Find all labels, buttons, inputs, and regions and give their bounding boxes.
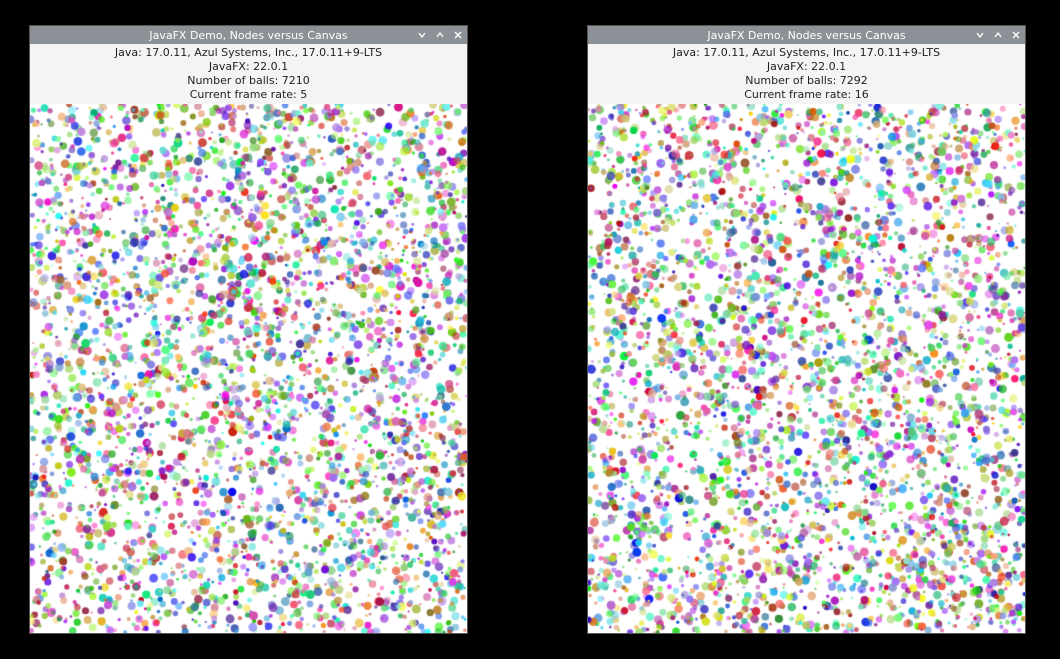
fps-value: 16 xyxy=(855,88,869,101)
minimize-icon[interactable] xyxy=(973,28,987,42)
minimize-icon[interactable] xyxy=(415,28,429,42)
maximize-icon[interactable] xyxy=(433,28,447,42)
window-right: JavaFX Demo, Nodes versus Canvas Java: 1… xyxy=(588,26,1025,633)
render-area-right xyxy=(588,104,1025,633)
balls-line: Number of balls: 7210 xyxy=(187,74,310,87)
fps-label: Current frame rate: xyxy=(190,88,297,101)
close-icon[interactable] xyxy=(451,28,465,42)
window-title: JavaFX Demo, Nodes versus Canvas xyxy=(30,29,467,42)
javafx-version-line: JavaFX: 22.0.1 xyxy=(209,60,288,73)
balls-canvas-right xyxy=(588,104,1025,633)
balls-value: 7292 xyxy=(840,74,868,87)
balls-label: Number of balls: xyxy=(745,74,836,87)
info-panel-right: Java: 17.0.11, Azul Systems, Inc., 17.0.… xyxy=(588,44,1025,104)
maximize-icon[interactable] xyxy=(991,28,1005,42)
render-area-left xyxy=(30,104,467,633)
java-version-line: Java: 17.0.11, Azul Systems, Inc., 17.0.… xyxy=(115,46,382,59)
fps-line: Current frame rate: 5 xyxy=(190,88,307,101)
fps-line: Current frame rate: 16 xyxy=(744,88,868,101)
titlebar-left[interactable]: JavaFX Demo, Nodes versus Canvas xyxy=(30,26,467,44)
window-title: JavaFX Demo, Nodes versus Canvas xyxy=(588,29,1025,42)
balls-canvas-left xyxy=(30,104,467,633)
fps-label: Current frame rate: xyxy=(744,88,851,101)
close-icon[interactable] xyxy=(1009,28,1023,42)
info-panel-left: Java: 17.0.11, Azul Systems, Inc., 17.0.… xyxy=(30,44,467,104)
window-controls xyxy=(415,26,465,44)
javafx-version-line: JavaFX: 22.0.1 xyxy=(767,60,846,73)
window-controls xyxy=(973,26,1023,44)
titlebar-right[interactable]: JavaFX Demo, Nodes versus Canvas xyxy=(588,26,1025,44)
balls-value: 7210 xyxy=(282,74,310,87)
balls-line: Number of balls: 7292 xyxy=(745,74,868,87)
window-left: JavaFX Demo, Nodes versus Canvas Java: 1… xyxy=(30,26,467,633)
fps-value: 5 xyxy=(300,88,307,101)
java-version-line: Java: 17.0.11, Azul Systems, Inc., 17.0.… xyxy=(673,46,940,59)
balls-label: Number of balls: xyxy=(187,74,278,87)
